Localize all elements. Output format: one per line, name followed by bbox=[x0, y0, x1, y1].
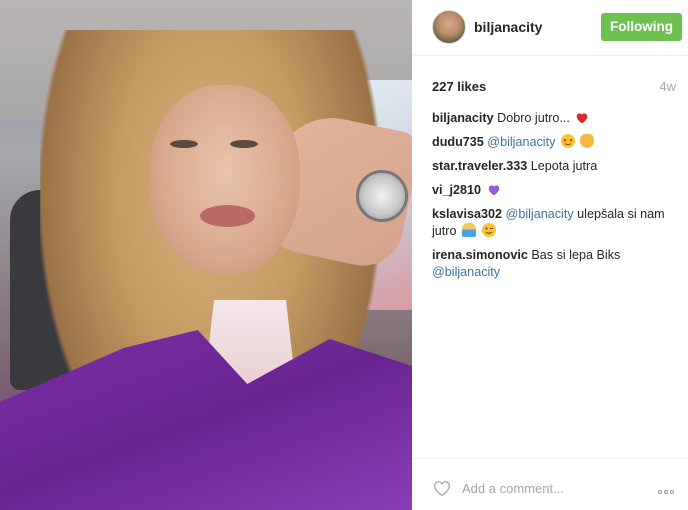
dot-icon bbox=[664, 490, 668, 494]
purple-heart-icon bbox=[488, 185, 499, 196]
comment: dudu735 @biljanacity bbox=[432, 134, 682, 151]
comment: biljanacity Dobro jutro... bbox=[432, 110, 682, 127]
heart-eyes-face-icon bbox=[560, 134, 575, 148]
left-eye bbox=[170, 140, 198, 148]
dot-icon bbox=[658, 490, 662, 494]
comment-mention[interactable]: @biljanacity bbox=[487, 135, 555, 149]
comment-mention[interactable]: @biljanacity bbox=[432, 265, 500, 279]
avatar[interactable] bbox=[432, 10, 466, 44]
wristwatch bbox=[356, 170, 408, 222]
comment-text: Dobro jutro... bbox=[497, 111, 570, 125]
comment-user[interactable]: kslavisa302 bbox=[432, 207, 502, 221]
add-comment-input[interactable] bbox=[462, 478, 642, 498]
comment: vi_j2810 bbox=[432, 182, 682, 199]
winking-face-icon bbox=[481, 223, 496, 237]
comment-text: Bas si lepa Biks bbox=[531, 248, 621, 262]
comment-user[interactable]: irena.simonovic bbox=[432, 248, 528, 262]
comment-user[interactable]: dudu735 bbox=[432, 135, 484, 149]
face bbox=[150, 85, 300, 275]
bowing-person-icon bbox=[462, 223, 476, 237]
lips bbox=[200, 205, 255, 227]
comment: kslavisa302 @biljanacity ulepšala si nam… bbox=[432, 206, 682, 240]
likes-count[interactable]: 227 likes bbox=[432, 79, 486, 94]
like-heart-icon[interactable] bbox=[432, 479, 452, 497]
comments-list: biljanacity Dobro jutro... dudu735 @bilj… bbox=[432, 110, 682, 288]
comment: star.traveler.333 Lepota jutra bbox=[432, 158, 682, 175]
following-button[interactable]: Following bbox=[601, 13, 682, 41]
comment-user[interactable]: vi_j2810 bbox=[432, 183, 481, 197]
post-header: biljanacity Following bbox=[412, 0, 688, 56]
right-eye bbox=[230, 140, 258, 148]
post-time[interactable]: 4w bbox=[659, 79, 676, 94]
more-options-button[interactable] bbox=[658, 481, 682, 495]
dot-icon bbox=[670, 490, 674, 494]
comment-user[interactable]: biljanacity bbox=[432, 111, 494, 125]
comment-user[interactable]: star.traveler.333 bbox=[432, 159, 527, 173]
post-photo[interactable] bbox=[0, 0, 412, 510]
red-heart-icon bbox=[577, 113, 588, 124]
comment-mention[interactable]: @biljanacity bbox=[506, 207, 574, 221]
post-username[interactable]: biljanacity bbox=[474, 19, 542, 35]
comment-text: Lepota jutra bbox=[530, 159, 598, 173]
post-footer bbox=[412, 458, 688, 510]
comment: irena.simonovic Bas si lepa Biks @biljan… bbox=[432, 247, 682, 281]
post-details-panel: biljanacity Following 227 likes 4w bilja… bbox=[412, 0, 688, 510]
ok-hand-icon bbox=[580, 134, 595, 148]
